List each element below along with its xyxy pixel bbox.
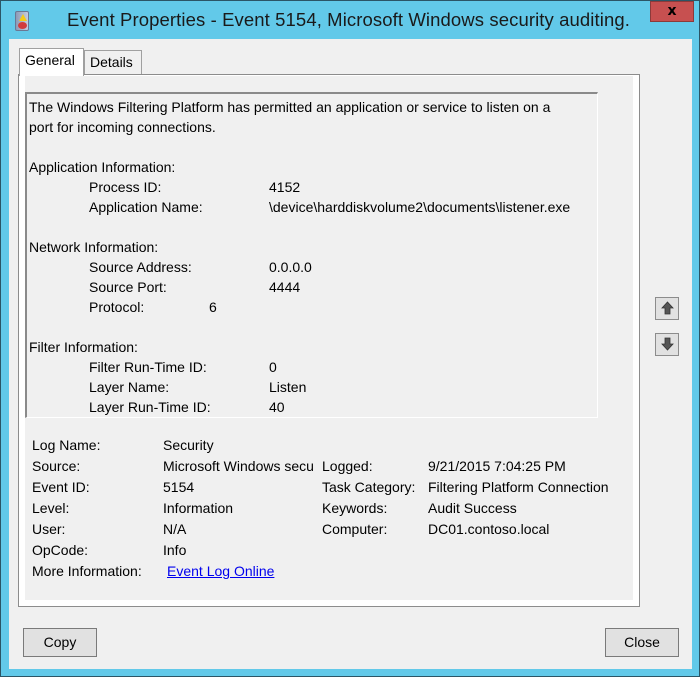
window-title: Event Properties - Event 5154, Microsoft… [67,9,630,30]
filter-runtime-id-label: Filter Run-Time ID: [89,359,207,375]
arrow-up-icon [661,301,674,315]
layer-name-value: Listen [269,379,307,395]
more-information-label: More Information: [32,563,142,579]
source-port-value: 4444 [269,279,301,295]
next-event-button[interactable] [655,333,679,356]
source-value: Microsoft Windows security auditing. [163,458,313,474]
source-port-label: Source Port: [89,279,167,295]
warning-icon [19,14,27,21]
level-label: Level: [32,500,70,516]
layer-runtime-id-value: 40 [269,399,285,415]
title-bar[interactable]: Event Properties - Event 5154, Microsoft… [1,1,699,39]
copy-button[interactable]: Copy [23,628,97,657]
section-heading-filter: Filter Information: [29,339,138,355]
opcode-label: OpCode: [32,542,89,558]
description-line: port for incoming connections. [29,119,216,135]
window-close-button[interactable]: x [650,1,694,22]
layer-name-label: Layer Name: [89,379,170,395]
description-line: The Windows Filtering Platform has permi… [29,99,551,115]
event-description-box[interactable]: The Windows Filtering Platform has permi… [25,92,598,418]
previous-event-button[interactable] [655,297,679,320]
task-category-value: Filtering Platform Connection [428,479,609,495]
source-address-value: 0.0.0.0 [269,259,312,275]
logged-value: 9/21/2015 7:04:25 PM [428,458,566,474]
keywords-value: Audit Success [428,500,517,516]
source-label: Source: [32,458,81,474]
event-log-online-link[interactable]: Event Log Online [167,563,274,579]
user-value: N/A [163,521,187,537]
user-label: User: [32,521,66,537]
section-heading-network: Network Information: [29,239,159,255]
event-id-value: 5154 [163,479,195,495]
logged-label: Logged: [322,458,373,474]
tab-details[interactable]: Details [84,50,142,74]
opcode-value: Info [163,542,187,558]
level-value: Information [163,500,234,516]
event-id-label: Event ID: [32,479,90,495]
dialog-client-area: General Details The Windows Filtering Pl… [9,39,692,669]
process-id-label: Process ID: [89,179,162,195]
application-name-label: Application Name: [89,199,203,215]
computer-value: DC01.contoso.local [428,521,550,537]
source-address-label: Source Address: [89,259,192,275]
protocol-label: Protocol: [89,299,145,315]
computer-label: Computer: [322,521,388,537]
protocol-value: 6 [209,299,217,315]
task-category-label: Task Category: [322,479,416,495]
log-name-value: Security [163,437,214,453]
section-heading-application: Application Information: [29,159,176,175]
keywords-label: Keywords: [322,500,388,516]
process-id-value: 4152 [269,179,301,195]
log-name-label: Log Name: [32,437,101,453]
filter-runtime-id-value: 0 [269,359,277,375]
event-viewer-icon [15,11,29,31]
close-button[interactable]: Close [605,628,679,657]
event-properties-window: Event Properties - Event 5154, Microsoft… [0,0,700,677]
error-icon [18,22,27,29]
tab-general[interactable]: General [19,48,84,76]
layer-runtime-id-label: Layer Run-Time ID: [89,399,211,415]
application-name-value: \device\harddiskvolume2\documents\listen… [269,199,571,215]
arrow-down-icon [661,337,674,351]
